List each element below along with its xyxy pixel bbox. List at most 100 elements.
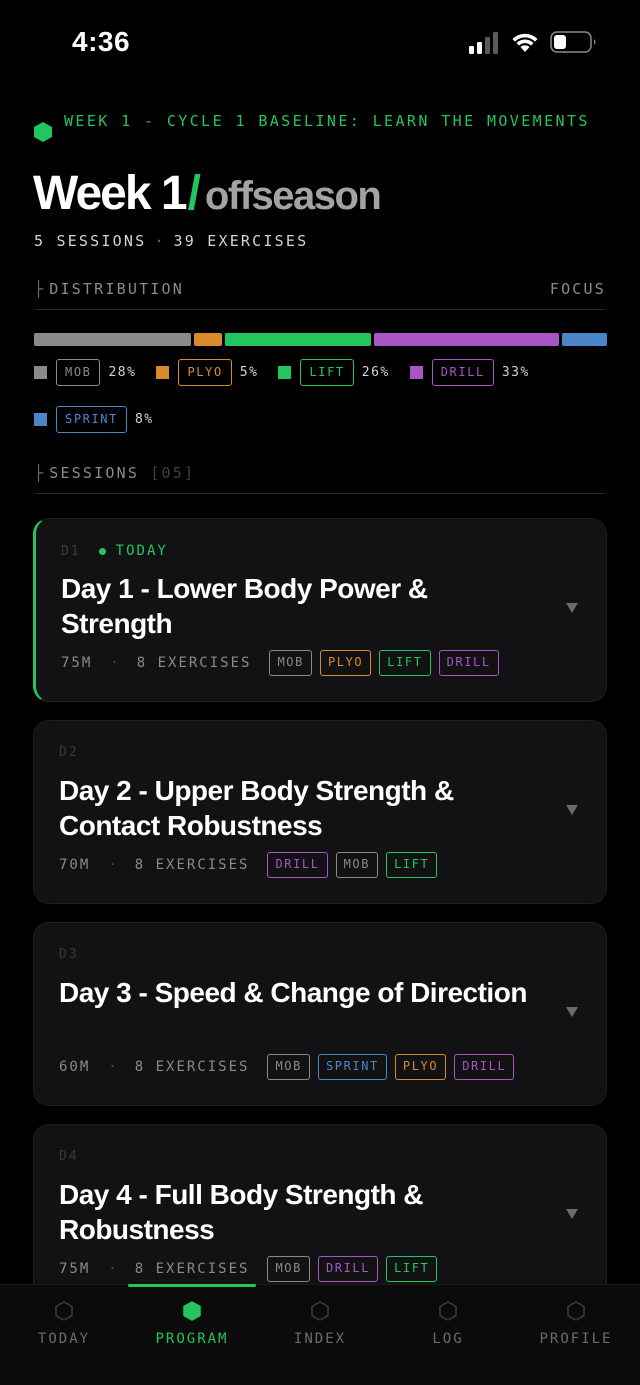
- legend-swatch: [34, 365, 47, 379]
- distribution-segment-drill: [373, 333, 560, 346]
- chevron-down-icon[interactable]: [566, 603, 578, 613]
- tab-label: TODAY: [37, 1331, 91, 1347]
- distribution-segment-sprint: [562, 333, 607, 346]
- session-title: Day 2 - Upper Body Strength & Contact Ro…: [59, 775, 454, 841]
- session-tag-drill: DRILL: [267, 852, 328, 878]
- session-tags: MOB PLYO LIFT DRILL: [269, 650, 499, 676]
- session-card-d3[interactable]: D3 Day 3 - Speed & Change of Direction 60M…: [33, 922, 607, 1106]
- session-day: D1: [61, 543, 81, 559]
- legend-percent: 33%: [501, 364, 530, 380]
- page-title: Week 1 / offseason: [33, 166, 382, 221]
- tab-today[interactable]: TODAY: [0, 1285, 128, 1385]
- hexagon-icon: [34, 122, 52, 142]
- session-day-label: D2: [59, 745, 79, 760]
- session-title: Day 4 - Full Body Strength & Robustness: [59, 1179, 424, 1245]
- session-tag-drill: DRILL: [438, 650, 499, 676]
- session-duration: 75M: [61, 655, 93, 671]
- session-tag-sprint: SPRINT: [317, 1054, 387, 1080]
- cellular-signal-icon: [469, 32, 498, 54]
- meta-separator: ·: [154, 232, 166, 250]
- sessions-header: ├ SESSIONS [05]: [34, 464, 606, 494]
- legend-item-sprint[interactable]: SPRINT 8%: [34, 405, 154, 433]
- session-title: Day 3 - Speed & Change of Direction: [59, 977, 527, 1008]
- category-tag-lift: LIFT: [300, 358, 354, 386]
- hexagon-icon: [567, 1301, 585, 1321]
- session-card-d1[interactable]: D1 TODAY Day 1 - Lower Body Power & Streng…: [33, 518, 607, 702]
- sessions-count: 5 SESSIONS: [34, 232, 147, 250]
- tab-index[interactable]: INDEX: [256, 1285, 384, 1385]
- session-day: D2: [59, 745, 79, 760]
- session-exercises: 8 EXERCISES: [136, 655, 252, 671]
- tab-profile[interactable]: PROFILE: [512, 1285, 640, 1385]
- legend-swatch: [156, 365, 170, 379]
- tab-program[interactable]: PROGRAM: [128, 1285, 256, 1385]
- hexagon-icon: [311, 1301, 329, 1321]
- session-tag-drill: DRILL: [454, 1054, 515, 1080]
- distribution-label: DISTRIBUTION: [49, 280, 185, 298]
- session-meta: 60M · 8 EXERCISES MOB SPRINT PLYO DRILL: [59, 1054, 515, 1080]
- legend-item-plyo[interactable]: PLYO 5%: [156, 358, 258, 386]
- session-day: D3: [59, 947, 79, 962]
- session-card-d4[interactable]: D4 Day 4 - Full Body Strength & Robustnes…: [33, 1124, 607, 1308]
- today-dot: [98, 547, 106, 555]
- tab-label: LOG: [432, 1331, 464, 1347]
- distribution-legend: MOB 28% PLYO 5% LIFT 26% DRILL 33% SPRINT 8%: [34, 358, 614, 433]
- distribution-segment-lift: [225, 333, 371, 346]
- session-tag-drill: DRILL: [317, 1256, 379, 1282]
- week-meta: 5 SESSIONS · 39 EXERCISES: [34, 232, 308, 250]
- category-tag-drill: DRILL: [431, 358, 494, 386]
- week-title: Week 1: [33, 167, 188, 220]
- category-tag-mob: MOB: [56, 358, 101, 386]
- hexagon-icon: [439, 1301, 457, 1321]
- session-tag-lift: LIFT: [386, 1256, 438, 1282]
- session-card-d2[interactable]: D2 Day 2 - Upper Body Strength & Contact …: [33, 720, 607, 904]
- section-tick: ├: [34, 464, 46, 482]
- hexagon-icon: [55, 1301, 73, 1321]
- session-duration: 70M: [59, 857, 91, 873]
- session-day-label: D3: [59, 947, 79, 962]
- tab-log[interactable]: LOG: [384, 1285, 512, 1385]
- tab-label: PROGRAM: [155, 1331, 229, 1347]
- tab-label: PROFILE: [539, 1331, 613, 1347]
- session-tag-lift: LIFT: [386, 852, 438, 878]
- session-duration: 60M: [59, 1059, 91, 1075]
- legend-percent: 26%: [361, 364, 390, 380]
- meta-separator: ·: [108, 1261, 117, 1277]
- session-meta: 75M · 8 EXERCISES MOB DRILL LIFT: [59, 1256, 438, 1282]
- category-tag-sprint: SPRINT: [56, 405, 127, 433]
- battery-icon: [550, 31, 596, 53]
- category-tag-plyo: PLYO: [178, 358, 232, 386]
- session-day-label: D4: [59, 1149, 79, 1164]
- legend-item-drill[interactable]: DRILL 33%: [409, 358, 530, 386]
- session-tag-plyo: PLYO: [394, 1054, 447, 1080]
- meta-separator: ·: [108, 1059, 117, 1075]
- session-tag-mob: MOB: [269, 650, 312, 676]
- session-tags: MOB DRILL LIFT: [267, 1256, 438, 1282]
- legend-percent: 5%: [239, 364, 259, 380]
- session-exercises: 8 EXERCISES: [134, 857, 250, 873]
- hexagon-icon: [183, 1301, 201, 1321]
- legend-percent: 8%: [134, 411, 154, 427]
- exercises-count: 39 EXERCISES: [173, 232, 309, 250]
- session-tags: DRILL MOB LIFT: [267, 852, 438, 878]
- status-time: 4:36: [72, 26, 131, 57]
- week-eyebrow: WEEK 1 - CYCLE 1 BASELINE: LEARN THE MOV…: [34, 111, 594, 142]
- session-tag-mob: MOB: [267, 1054, 310, 1080]
- phase-title: offseason: [204, 174, 382, 218]
- legend-swatch: [409, 365, 423, 379]
- tab-label: INDEX: [293, 1331, 347, 1347]
- chevron-down-icon[interactable]: [566, 1209, 578, 1219]
- session-tag-mob: MOB: [335, 852, 379, 878]
- session-tags: MOB SPRINT PLYO DRILL: [267, 1054, 515, 1080]
- distribution-segment-mob: [34, 333, 192, 346]
- sessions-label: SESSIONS: [49, 464, 140, 482]
- legend-item-mob[interactable]: MOB 28%: [34, 358, 136, 386]
- section-tick: ├: [34, 280, 46, 298]
- chevron-down-icon[interactable]: [566, 805, 578, 815]
- session-meta: 70M · 8 EXERCISES DRILL MOB LIFT: [59, 852, 438, 878]
- distribution-header: ├ DISTRIBUTION FOCUS: [34, 280, 606, 310]
- today-label: TODAY: [115, 543, 168, 559]
- legend-item-lift[interactable]: LIFT 26%: [278, 358, 389, 386]
- chevron-down-icon[interactable]: [566, 1007, 578, 1017]
- week-cycle-label: WEEK 1 - CYCLE 1 BASELINE: LEARN THE MOV…: [64, 112, 590, 130]
